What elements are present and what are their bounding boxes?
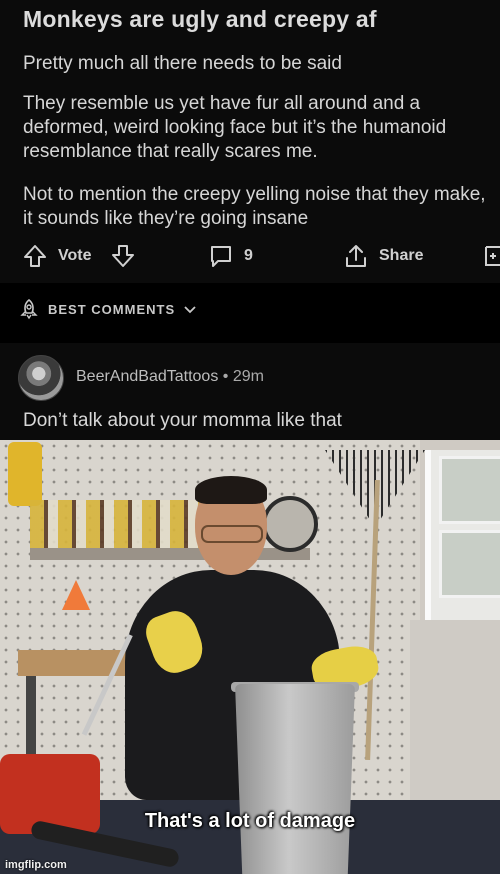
save-icon [485, 246, 500, 266]
chevron-down-icon [184, 306, 196, 314]
fan [262, 496, 318, 552]
watermark: imgflip.com [5, 859, 67, 871]
glasses [201, 525, 263, 543]
comments-button[interactable]: 9 [208, 240, 253, 272]
window-pane-bottom [439, 530, 500, 598]
avatar[interactable] [18, 355, 64, 401]
upvote-arrow-icon [24, 245, 46, 267]
sort-comments-dropdown[interactable]: BEST COMMENTS [18, 298, 197, 320]
wall-right [410, 620, 500, 820]
comment-bubble-icon [211, 246, 231, 267]
post-body-paragraph-2: They resemble us yet have fur all around… [23, 93, 447, 162]
meme-image: That's a lot of damage imgflip.com [0, 440, 500, 874]
downvote-button[interactable] [110, 240, 136, 272]
comment-author[interactable]: BeerAndBadTattoos [76, 368, 218, 385]
share-button[interactable]: Share [343, 240, 423, 272]
sort-comments-label: BEST COMMENTS [48, 301, 176, 317]
downvote-arrow-icon [112, 245, 134, 267]
share-label: Share [379, 247, 424, 264]
comment-count: 9 [244, 247, 253, 264]
person-hair [195, 476, 267, 504]
save-button[interactable] [484, 240, 500, 272]
post-card: Monkeys are ugly and creepy af Pretty mu… [0, 0, 500, 283]
vote-label: Vote [58, 247, 92, 264]
product-cans [30, 500, 200, 548]
bucket [235, 684, 355, 874]
traffic-cone [62, 580, 90, 610]
shelf [30, 548, 310, 560]
comment-age: 29m [232, 368, 264, 385]
tape-measure [8, 442, 42, 506]
share-icon [346, 245, 366, 267]
meme-caption: That's a lot of damage [144, 810, 356, 832]
window [425, 450, 500, 620]
comment-text: Don’t talk about your momma like that [23, 410, 342, 431]
post-body-paragraph-3: Not to mention the creepy yelling noise … [23, 184, 486, 229]
rocket-icon [20, 298, 38, 320]
post-title[interactable]: Monkeys are ugly and creepy af [23, 6, 377, 33]
comment-meta: BeerAndBadTattoos • 29m [76, 368, 264, 386]
upvote-button[interactable]: Vote [22, 240, 91, 272]
meta-separator: • [222, 368, 229, 385]
post-action-bar: Vote 9 Share [0, 240, 500, 272]
window-pane-top [439, 456, 500, 524]
post-body-paragraph-1: Pretty much all there needs to be said [23, 53, 342, 74]
